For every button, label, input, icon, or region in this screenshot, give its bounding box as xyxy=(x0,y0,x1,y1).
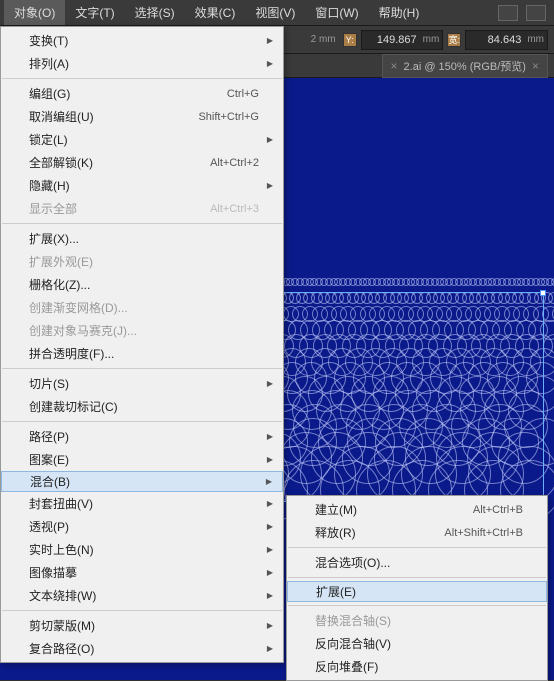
menu-item[interactable]: 变换(T) xyxy=(1,29,283,52)
menu-item[interactable]: 路径(P) xyxy=(1,425,283,448)
menu-item[interactable]: 复合路径(O) xyxy=(1,637,283,660)
menu-item[interactable]: 文本绕排(W) xyxy=(1,584,283,607)
x-suffix: 2 mm xyxy=(308,34,339,45)
w-input[interactable] xyxy=(466,34,524,46)
menu-item[interactable]: 实时上色(N) xyxy=(1,538,283,561)
menu-item: 创建渐变网格(D)... xyxy=(1,296,283,319)
w-unit: mm xyxy=(524,34,547,45)
document-tab[interactable]: × 2.ai @ 150% (RGB/预览) × xyxy=(382,54,548,78)
menu-item[interactable]: 剪切蒙版(M) xyxy=(1,614,283,637)
menu-item[interactable]: 封套扭曲(V) xyxy=(1,492,283,515)
menu-item[interactable]: 建立(M)Alt+Ctrl+B xyxy=(287,498,547,521)
menu-item[interactable]: 反向堆叠(F) xyxy=(287,655,547,678)
menu-item[interactable]: 栅格化(Z)... xyxy=(1,273,283,296)
w-icon: 宽: xyxy=(447,33,461,47)
blend-submenu: 建立(M)Alt+Ctrl+B释放(R)Alt+Shift+Ctrl+B 混合选项… xyxy=(286,495,548,681)
menu-item[interactable]: 隐藏(H) xyxy=(1,174,283,197)
y-icon: Y: xyxy=(343,33,357,47)
handle-ne[interactable] xyxy=(540,290,546,296)
toolbar-icon-2[interactable] xyxy=(526,5,546,21)
menu-effect[interactable]: 效果(C) xyxy=(185,0,246,25)
menu-item: 扩展外观(E) xyxy=(1,250,283,273)
y-input[interactable] xyxy=(362,34,420,46)
menu-item[interactable]: 透视(P) xyxy=(1,515,283,538)
menu-item[interactable]: 锁定(L) xyxy=(1,128,283,151)
menu-item[interactable]: 切片(S) xyxy=(1,372,283,395)
tab-close-right[interactable]: × xyxy=(532,59,539,73)
tab-close-left[interactable]: × xyxy=(391,59,398,73)
menu-item[interactable]: 混合(B) xyxy=(1,471,283,492)
tab-label: 2.ai @ 150% (RGB/预览) xyxy=(404,58,526,74)
menu-item[interactable]: 扩展(E) xyxy=(287,581,547,602)
y-field[interactable]: mm xyxy=(361,30,444,50)
menu-item: 创建对象马赛克(J)... xyxy=(1,319,283,342)
menu-help[interactable]: 帮助(H) xyxy=(369,0,430,25)
menu-item[interactable]: 取消编组(U)Shift+Ctrl+G xyxy=(1,105,283,128)
toolbar-icon-1[interactable] xyxy=(498,5,518,21)
menu-item[interactable]: 图案(E) xyxy=(1,448,283,471)
menu-item[interactable]: 混合选项(O)... xyxy=(287,551,547,574)
menu-item[interactable]: 创建裁切标记(C) xyxy=(1,395,283,418)
menu-window[interactable]: 窗口(W) xyxy=(305,0,368,25)
menu-select[interactable]: 选择(S) xyxy=(125,0,185,25)
menu-item: 显示全部Alt+Ctrl+3 xyxy=(1,197,283,220)
menu-item[interactable]: 扩展(X)... xyxy=(1,227,283,250)
menu-item[interactable]: 图像描摹 xyxy=(1,561,283,584)
menu-type[interactable]: 文字(T) xyxy=(65,0,124,25)
menu-item[interactable]: 拼合透明度(F)... xyxy=(1,342,283,365)
w-field[interactable]: mm xyxy=(465,30,548,50)
y-unit: mm xyxy=(420,34,443,45)
menu-object[interactable]: 对象(O) xyxy=(4,0,65,25)
object-menu: 变换(T)排列(A) 编组(G)Ctrl+G取消编组(U)Shift+Ctrl+G… xyxy=(0,26,284,663)
menu-item[interactable]: 释放(R)Alt+Shift+Ctrl+B xyxy=(287,521,547,544)
menu-item[interactable]: 编组(G)Ctrl+G xyxy=(1,82,283,105)
menu-item[interactable]: 全部解锁(K)Alt+Ctrl+2 xyxy=(1,151,283,174)
menu-item[interactable]: 排列(A) xyxy=(1,52,283,75)
menu-item: 替换混合轴(S) xyxy=(287,609,547,632)
menubar: 对象(O) 文字(T) 选择(S) 效果(C) 视图(V) 窗口(W) 帮助(H… xyxy=(0,0,554,26)
menu-item[interactable]: 反向混合轴(V) xyxy=(287,632,547,655)
menu-view[interactable]: 视图(V) xyxy=(245,0,305,25)
